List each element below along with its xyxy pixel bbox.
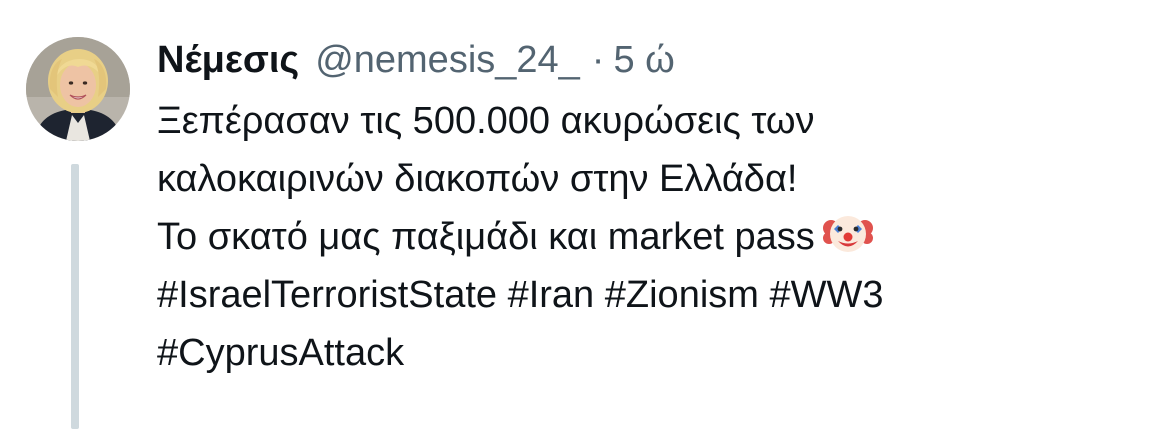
tweet-text-line: καλοκαιρινών διακοπών στην Ελλάδα!	[157, 158, 798, 200]
timestamp[interactable]: 5 ώ	[613, 36, 674, 84]
hashtag-link[interactable]: #CyprusAttack	[157, 332, 404, 374]
hashtags-line: #CyprusAttack	[157, 324, 1147, 382]
thread-line	[71, 164, 79, 429]
hashtag-link[interactable]: #WW3	[769, 274, 883, 316]
display-name[interactable]: Νέμεσις	[157, 36, 299, 84]
user-handle[interactable]: @nemesis_24_	[315, 36, 580, 84]
clown-face-icon	[822, 208, 873, 258]
hashtags-line: #IsraelTerroristState #Iran #Zionism #WW…	[157, 266, 1147, 324]
hashtag-link[interactable]: #Zionism	[605, 274, 759, 316]
hashtag-link[interactable]: #IsraelTerroristState	[157, 274, 497, 316]
avatar[interactable]	[26, 37, 130, 141]
separator-dot: ·	[591, 39, 605, 81]
hashtag-link[interactable]: #Iran	[508, 274, 595, 316]
tweet-text-line: Ξεπέρασαν τις 500.000 ακυρώσεις των	[157, 100, 815, 142]
tweet-text: Ξεπέρασαν τις 500.000 ακυρώσεις των καλο…	[157, 92, 1147, 382]
tweet[interactable]: Νέμεσις @nemesis_24_ · 5 ώ Ξεπέρασαν τις…	[0, 0, 1170, 429]
tweet-header: Νέμεσις @nemesis_24_ · 5 ώ	[157, 36, 675, 84]
tweet-text-segment: Το σκατό μας παξιμάδι και market pass	[157, 216, 815, 258]
avatar-image	[26, 37, 130, 141]
tweet-text-line: Το σκατό μας παξιμάδι και market pass	[157, 208, 1147, 266]
